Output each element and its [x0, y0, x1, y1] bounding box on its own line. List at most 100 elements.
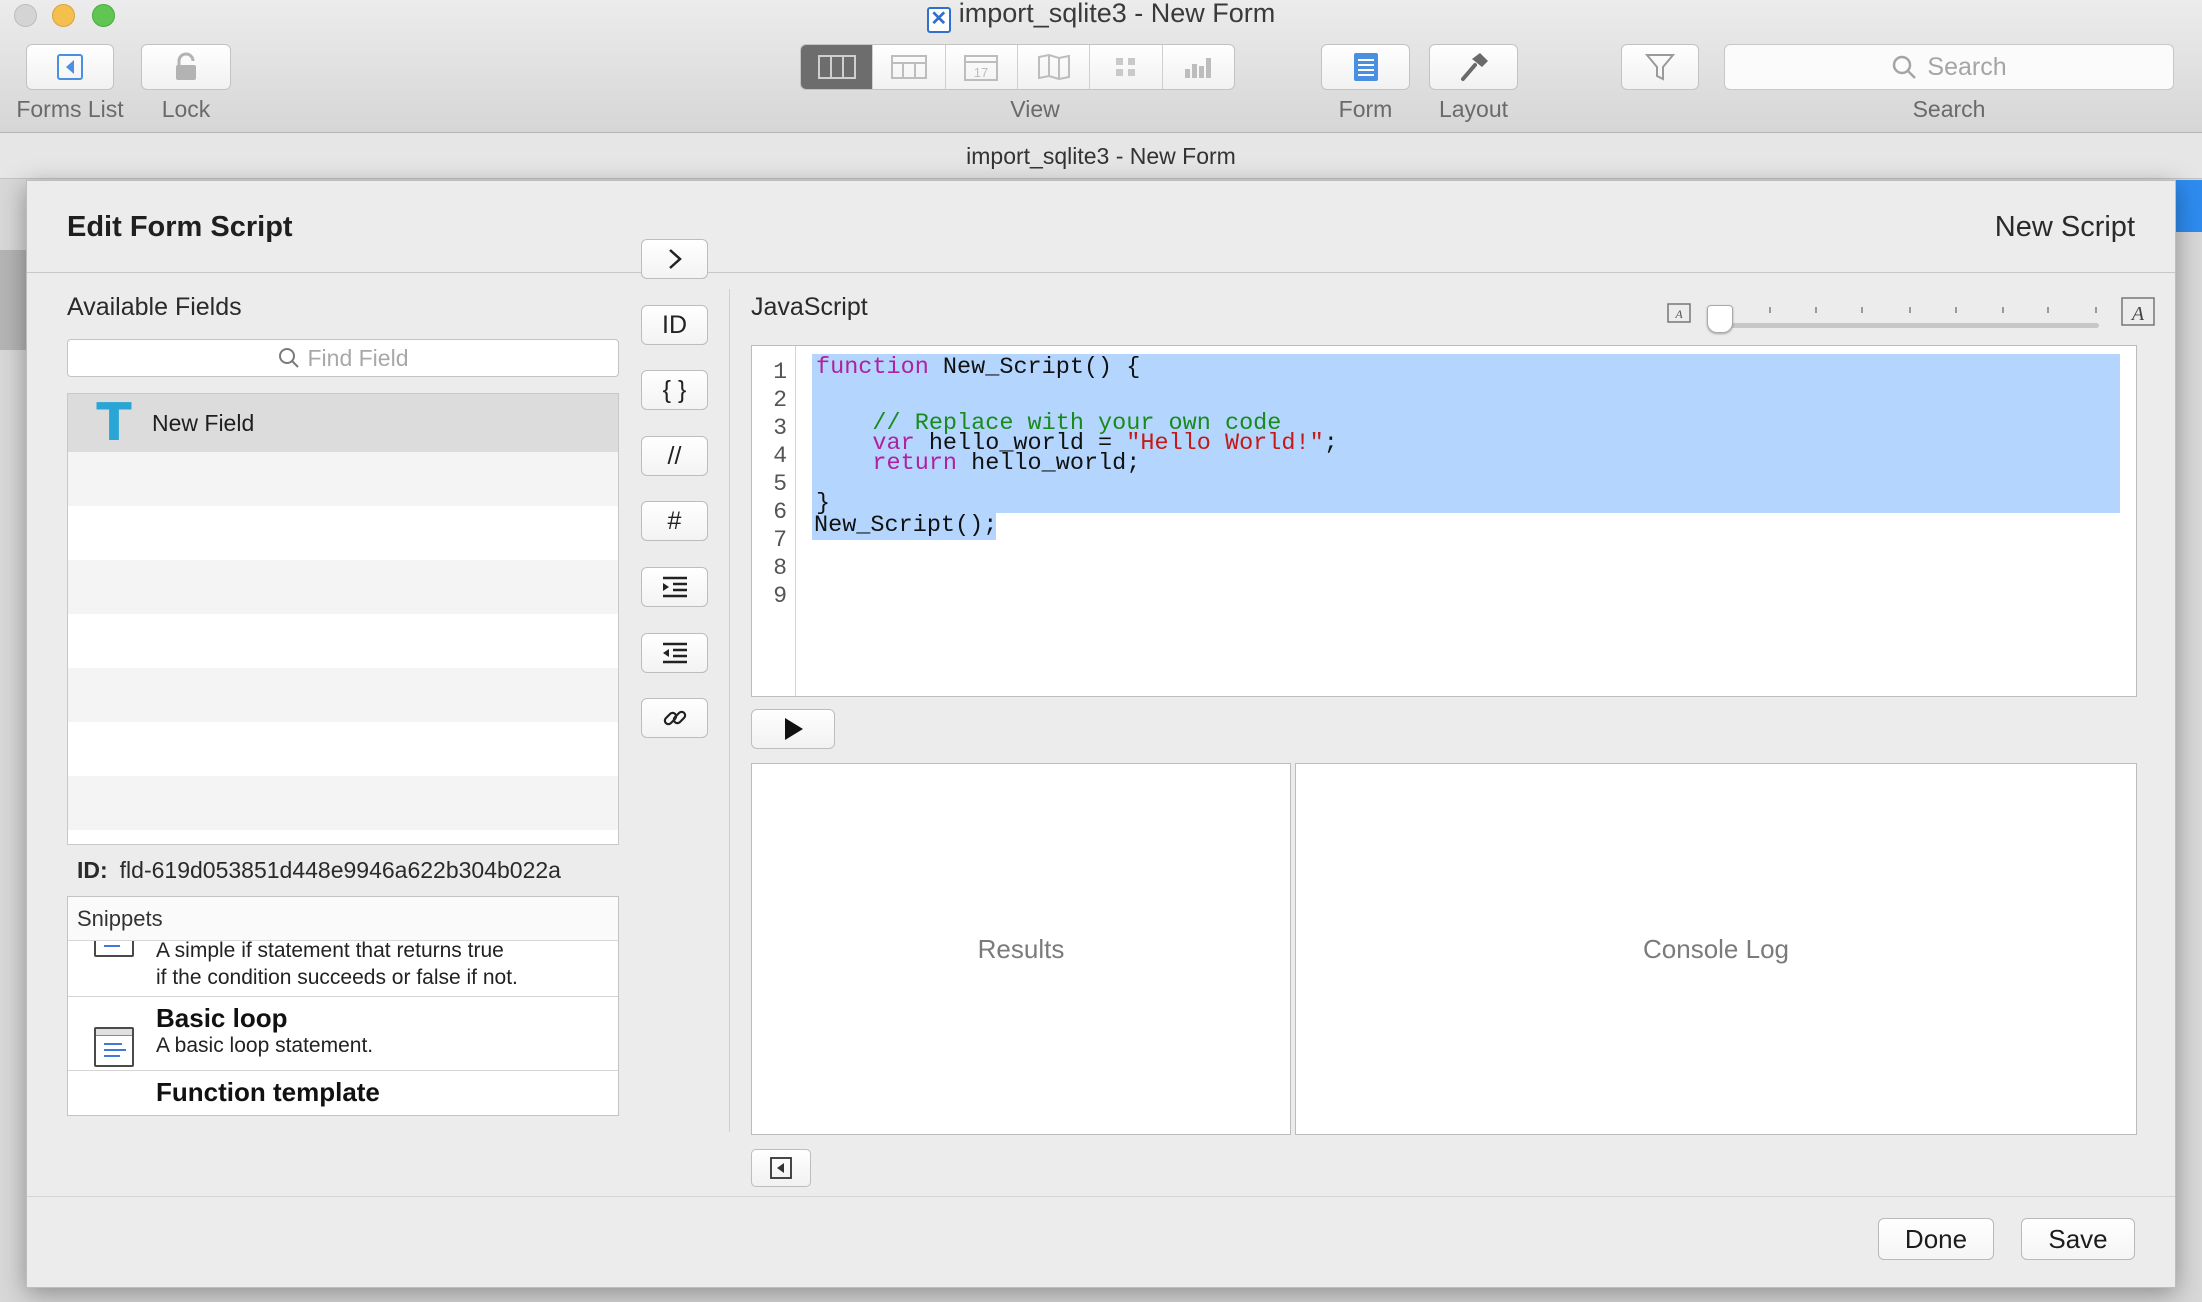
outdent-icon — [662, 642, 687, 664]
comment-button[interactable]: // — [641, 436, 708, 476]
snippet-title: Function template — [156, 1077, 380, 1107]
column-divider — [729, 289, 730, 1132]
toggle-sidebar-button[interactable] — [751, 1149, 811, 1187]
table-view-icon[interactable] — [801, 45, 874, 89]
form-icon — [1353, 53, 1378, 81]
document-icon: ✕ — [926, 7, 951, 33]
snippet-title: Basic loop — [156, 1003, 288, 1033]
lock-icon — [176, 52, 196, 80]
find-field-input[interactable]: Find Field — [67, 339, 619, 377]
filter-button[interactable] — [1621, 44, 1699, 90]
background-window-accent — [2176, 180, 2202, 232]
form-button[interactable] — [1321, 44, 1410, 90]
map-view-icon[interactable] — [1018, 45, 1091, 89]
form-label: Form — [1338, 96, 1393, 122]
code-line: return hello_world; — [816, 450, 1141, 477]
search-icon — [278, 348, 299, 368]
insert-field-button[interactable] — [641, 239, 708, 279]
empty-list-row — [68, 614, 618, 668]
done-button[interactable]: Done — [1878, 1218, 1994, 1260]
svg-text:17: 17 — [974, 65, 988, 80]
snippets-heading: Snippets — [68, 897, 618, 941]
empty-list-row — [68, 776, 618, 830]
window-title: ✕ import_sqlite3 - New Form — [0, 0, 2202, 33]
snippets-list[interactable]: Snippets A simple if statement that retu… — [67, 896, 619, 1116]
available-fields-heading: Available Fields — [67, 293, 242, 321]
small-font-icon: A — [1667, 303, 1691, 323]
calendar-view-icon[interactable]: 17 — [946, 45, 1018, 89]
collapse-left-icon — [770, 1157, 792, 1179]
chevron-right-icon — [668, 249, 682, 269]
filter-icon — [1645, 54, 1675, 81]
available-fields-list[interactable]: T New Field — [67, 393, 619, 845]
indent-button[interactable] — [641, 567, 708, 607]
slider-knob[interactable] — [1707, 305, 1733, 333]
console-log-label: Console Log — [1643, 933, 1789, 964]
run-script-button[interactable] — [751, 709, 835, 749]
hash-button[interactable]: # — [641, 501, 708, 541]
view-mode-segmented-control[interactable]: 17 — [800, 44, 1235, 90]
script-name[interactable]: New Script — [1995, 211, 2135, 244]
layout-label: Layout — [1438, 96, 1509, 122]
header-divider — [27, 272, 2175, 273]
code-line: New_Script(); — [814, 512, 998, 539]
window-titlebar: ✕ import_sqlite3 - New Form Forms List Lo… — [0, 0, 2202, 133]
field-list-item[interactable]: T New Field — [68, 394, 618, 452]
language-label: JavaScript — [751, 293, 868, 321]
field-id-label: ID: — [77, 857, 108, 883]
layout-button[interactable] — [1429, 44, 1518, 90]
field-id-value: fld-619d053851d448e9946a622b304b022a — [119, 857, 561, 883]
snippet-description: if the condition succeeds or false if no… — [156, 966, 518, 989]
link-icon — [663, 710, 686, 726]
code-line: function New_Script() { — [816, 354, 1141, 381]
results-label: Results — [977, 933, 1065, 964]
empty-list-row — [68, 452, 618, 506]
forms-list-button[interactable] — [26, 44, 114, 90]
chart-view-icon[interactable] — [1163, 45, 1234, 89]
sidebar-back-icon — [57, 54, 83, 80]
large-font-icon: A — [2121, 297, 2155, 326]
results-panel: Results — [751, 763, 1291, 1135]
snippet-description: A basic loop statement. — [156, 1034, 374, 1057]
empty-list-row — [68, 722, 618, 776]
text-field-icon: T — [96, 393, 132, 453]
hammer-icon — [1460, 53, 1488, 81]
snippet-item[interactable]: Basic loop A basic loop statement. — [68, 997, 618, 1071]
field-name: New Field — [152, 409, 255, 436]
lock-label: Lock — [161, 96, 211, 122]
save-button[interactable]: Save — [2021, 1218, 2135, 1260]
svg-text:A: A — [1674, 307, 1683, 321]
line-number-gutter: 1 2 3 4 5 6 7 8 9 — [752, 346, 796, 696]
footer-divider — [27, 1196, 2175, 1197]
empty-list-row — [68, 668, 618, 722]
code-editor[interactable]: 1 2 3 4 5 6 7 8 9 function New_Script() … — [751, 345, 2137, 697]
toolbar-search-input[interactable]: Search — [1724, 44, 2174, 90]
play-icon — [785, 718, 803, 740]
toolbar-search-placeholder: Search — [1927, 52, 2007, 81]
insert-id-button[interactable]: ID — [641, 305, 708, 345]
background-window-edge — [0, 250, 26, 350]
outdent-button[interactable] — [641, 633, 708, 673]
search-label: Search — [1912, 96, 1986, 122]
view-label: View — [1010, 96, 1060, 122]
empty-list-row — [68, 560, 618, 614]
forms-list-label: Forms List — [16, 96, 124, 122]
svg-text:A: A — [2130, 303, 2145, 325]
indent-icon — [662, 576, 687, 598]
snippet-description: A simple if statement that returns true — [156, 939, 504, 962]
font-size-slider[interactable]: A A — [1647, 293, 2157, 337]
dialog-title: Edit Form Script — [67, 211, 293, 243]
cards-view-icon[interactable] — [1090, 45, 1163, 89]
grid-view-icon[interactable] — [873, 45, 946, 89]
lock-button[interactable] — [141, 44, 231, 90]
insert-braces-button[interactable]: { } — [641, 370, 708, 410]
window-subtitle: import_sqlite3 - New Form — [0, 133, 2202, 179]
field-id-line: ID: fld-619d053851d448e9946a622b304b022a — [77, 857, 561, 884]
search-icon — [1893, 55, 1917, 79]
snippet-item[interactable]: Function template — [68, 1071, 618, 1115]
find-field-placeholder: Find Field — [307, 344, 409, 371]
window-title-text: import_sqlite3 - New Form — [958, 0, 1276, 28]
empty-list-row — [68, 506, 618, 560]
slider-track — [1717, 323, 2099, 328]
link-button[interactable] — [641, 698, 708, 738]
